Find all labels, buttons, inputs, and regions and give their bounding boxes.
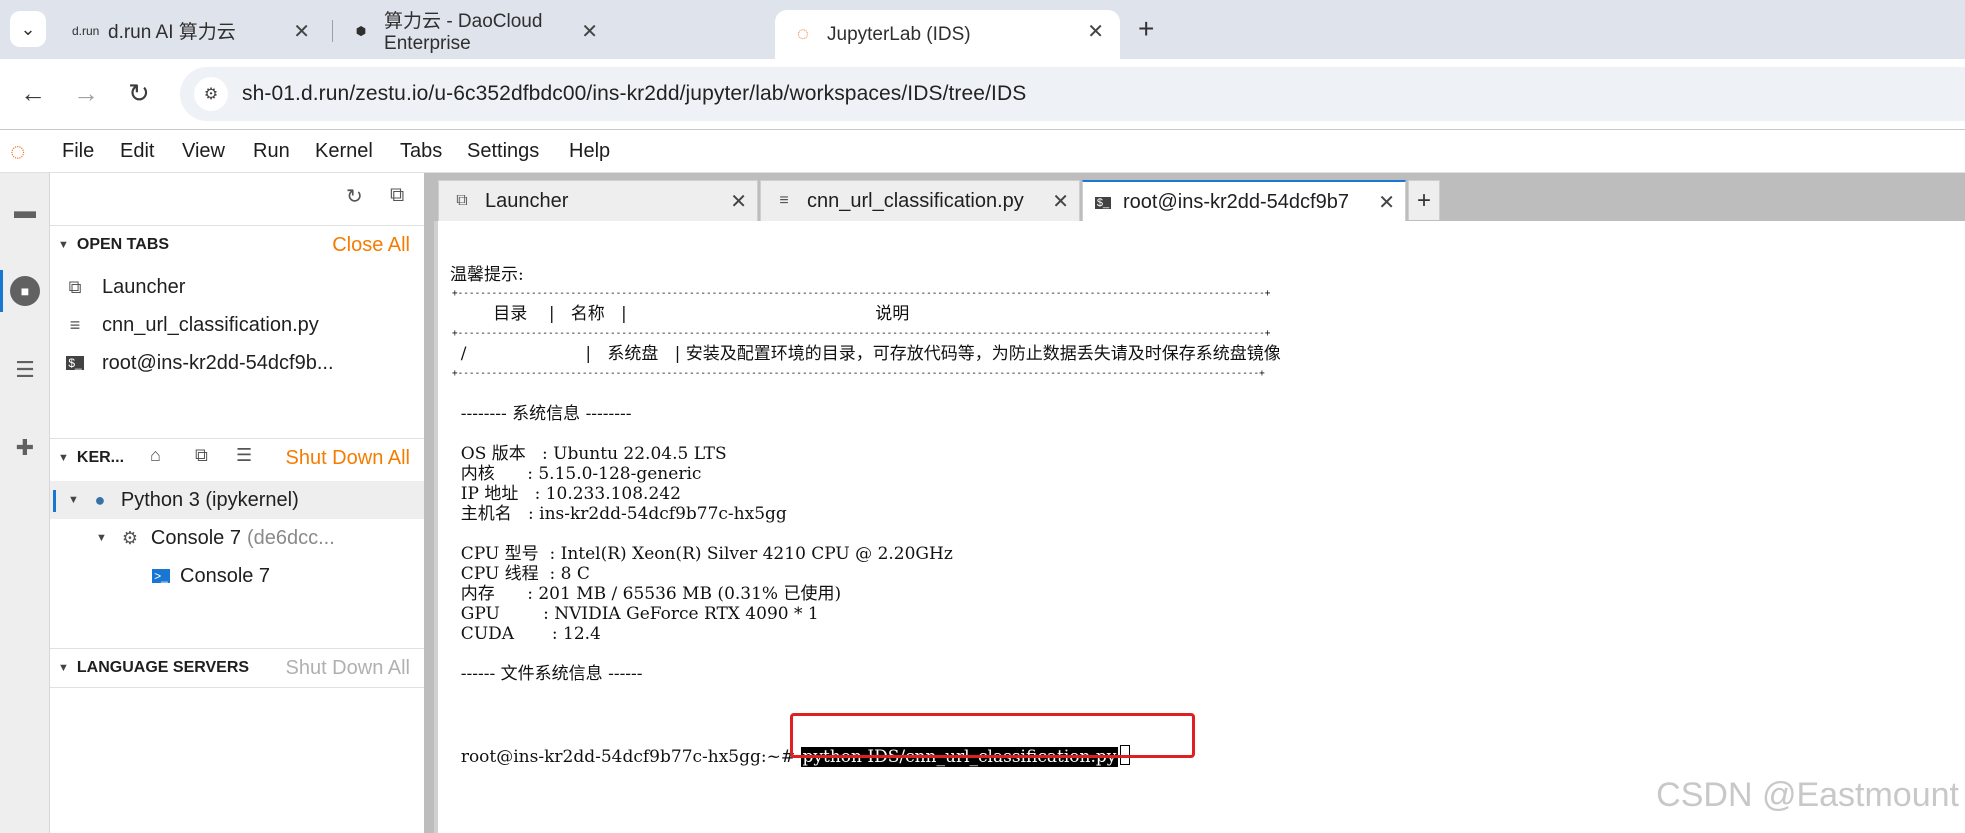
close-tab-icon[interactable]: ✕ — [1374, 190, 1395, 215]
main-tab-terminal[interactable]: $_ root@ins-kr2dd-54dcf9b7 ✕ — [1082, 180, 1406, 223]
activity-bar — [0, 173, 50, 833]
terminal-tip: 温馨提示: — [450, 265, 524, 285]
active-panel-indicator — [0, 270, 3, 312]
caret-down-icon: ▼ — [58, 452, 69, 464]
table-of-contents-icon[interactable]: ☰ — [10, 355, 40, 385]
terminal-table-border: +---------------------------------------… — [452, 288, 1271, 299]
caret-down-icon: ▼ — [58, 239, 69, 251]
browser-tab-jupyterlab[interactable]: ◌ JupyterLab (IDS) ✕ — [775, 10, 1120, 59]
menu-tabs[interactable]: Tabs — [400, 140, 442, 163]
reload-button[interactable]: ↻ — [128, 78, 150, 109]
tab-search-dropdown-icon[interactable]: ⌄ — [10, 11, 46, 47]
tab-separator — [332, 20, 333, 42]
close-tab-icon[interactable]: ✕ — [730, 189, 747, 214]
terminal-os: OS 版本 : Ubuntu 22.04.5 LTS — [450, 444, 727, 464]
language-servers-section-header[interactable]: ▼ LANGUAGE SERVERS Shut Down All — [50, 648, 424, 687]
file-icon: ≡ — [69, 314, 81, 335]
browser-tab-daocloud[interactable]: ⬢ 算力云 - DaoCloud Enterprise ✕ — [334, 10, 614, 54]
terminal-memory: 内存 : 201 MB / 65536 MB (0.31% 已使用) — [450, 584, 842, 604]
kernel-row-python3[interactable]: ▼ ● Python 3 (ipykernel) — [50, 481, 424, 519]
command-highlight-box — [790, 713, 1195, 758]
browser-tab-title: JupyterLab (IDS) — [827, 23, 971, 45]
jupyter-favicon-icon: ◌ — [797, 23, 809, 45]
close-tab-icon[interactable]: ✕ — [1052, 189, 1069, 214]
menu-help[interactable]: Help — [569, 140, 610, 163]
terminal-ip: IP 地址 : 10.233.108.242 — [450, 484, 681, 504]
terminal-fsinfo-title: ------ 文件系统信息 ------ — [450, 664, 643, 684]
url-omnibox[interactable]: ⚙ sh-01.d.run/zestu.io/u-6c352dfbdc00/in… — [180, 67, 1965, 121]
open-tabs-section-header[interactable]: ▼ OPEN TABS Close All — [50, 225, 424, 264]
close-tab-icon[interactable]: ✕ — [293, 19, 310, 44]
file-icon: ≡ — [779, 192, 789, 209]
console-child-row[interactable]: >_ Console 7 — [50, 557, 424, 595]
terminal-icon: $_ — [66, 356, 84, 370]
terminal-prompt: root@ins-kr2dd-54dcf9b77c-hx5gg:~# — [460, 747, 801, 767]
terminal-cpu-threads: CPU 线程 : 8 C — [450, 564, 590, 584]
site-info-icon[interactable]: ⚙ — [194, 77, 228, 111]
browser-tab-drun[interactable]: d.run d.run AI 算力云 ✕ — [56, 10, 326, 51]
terminal-table-header: 目录 | 名称 | 说明 — [450, 304, 910, 324]
menu-settings[interactable]: Settings — [467, 140, 539, 163]
selected-row-indicator — [53, 490, 56, 512]
terminal-cuda: CUDA : 12.4 — [450, 624, 601, 644]
menu-kernel[interactable]: Kernel — [315, 140, 373, 163]
sidebar-resize-handle[interactable] — [424, 173, 434, 833]
terminal-table-row: / | 系统盘 | 安装及配置环境的目录，可存放代码等，为防止数据丢失请及时保存… — [450, 344, 1281, 364]
list-view-icon[interactable]: ☰ — [236, 445, 252, 466]
daocloud-favicon-icon: ⬢ — [355, 23, 367, 38]
terminal-table-border: +---------------------------------------… — [452, 328, 1271, 339]
back-button[interactable]: ← — [20, 78, 46, 109]
close-all-button[interactable]: Close All — [332, 234, 410, 257]
launcher-icon: ⧉ — [68, 276, 82, 297]
caret-down-icon: ▼ — [58, 662, 69, 674]
jupyter-logo-icon: ◌ — [10, 136, 26, 166]
open-external-icon[interactable]: ⧉ — [390, 184, 404, 207]
console-icon: >_ — [152, 569, 170, 583]
shut-down-all-kernels-button[interactable]: Shut Down All — [285, 447, 410, 470]
terminal-table-border: +---------------------------------------… — [452, 368, 1265, 379]
new-tab-button[interactable]: + — [1138, 13, 1154, 45]
add-tab-button[interactable]: + — [1408, 180, 1440, 220]
caret-down-icon: ▼ — [96, 532, 107, 544]
python-icon: ● — [94, 489, 106, 510]
launcher-icon: ⧉ — [456, 192, 468, 209]
extensions-icon[interactable]: ✚ — [10, 433, 40, 463]
menu-edit[interactable]: Edit — [120, 140, 154, 163]
url-text[interactable]: sh-01.d.run/zestu.io/u-6c352dfbdc00/ins-… — [242, 82, 1026, 106]
forward-button[interactable]: → — [73, 78, 99, 109]
terminal-kernel: 内核 : 5.15.0-128-generic — [450, 464, 702, 484]
browser-tab-title: 算力云 - DaoCloud Enterprise — [384, 11, 543, 54]
open-tab-item-python-file[interactable]: ≡ cnn_url_classification.py — [50, 306, 424, 344]
menu-file[interactable]: File — [62, 140, 94, 163]
main-tab-launcher[interactable]: ⧉ Launcher ✕ — [438, 180, 758, 221]
terminal-gpu: GPU : NVIDIA GeForce RTX 4090 * 1 — [450, 604, 819, 624]
drun-favicon-icon: d.run — [72, 23, 100, 38]
console-session-row[interactable]: ▼ ⚙ Console 7 (de6dcc... — [50, 519, 424, 557]
copy-icon[interactable]: ⧉ — [195, 445, 208, 466]
watermark-text: CSDN @Eastmount — [1656, 776, 1959, 814]
main-tab-python-file[interactable]: ≡ cnn_url_classification.py ✕ — [760, 180, 1080, 221]
browser-tab-title: d.run AI 算力云 — [108, 22, 236, 43]
folder-icon[interactable]: ▬ — [10, 196, 40, 226]
clear-broom-icon[interactable]: ⌂ — [150, 445, 161, 466]
close-tab-icon[interactable]: ✕ — [1087, 19, 1104, 44]
menu-view[interactable]: View — [182, 140, 225, 163]
terminal-cpu-model: CPU 型号 : Intel(R) Xeon(R) Silver 4210 CP… — [450, 544, 953, 564]
section-divider — [50, 687, 424, 688]
open-tab-item-launcher[interactable]: ⧉ Launcher — [50, 268, 424, 306]
menu-run[interactable]: Run — [253, 140, 290, 163]
terminal-hostname: 主机名 : ins-kr2dd-54dcf9b77c-hx5gg — [450, 504, 787, 524]
shut-down-all-servers-button[interactable]: Shut Down All — [285, 657, 410, 680]
caret-down-icon: ▼ — [68, 494, 79, 506]
terminal-icon: $_ — [1095, 196, 1111, 209]
refresh-icon[interactable]: ↻ — [346, 184, 363, 209]
jupyter-menubar — [0, 130, 1965, 173]
close-tab-icon[interactable]: ✕ — [581, 19, 598, 44]
terminal-sysinfo-title: -------- 系统信息 -------- — [450, 404, 632, 424]
running-kernels-icon[interactable]: ■ — [10, 276, 40, 306]
cpu-chip-icon: ⚙ — [121, 527, 138, 548]
open-tab-item-terminal[interactable]: $_ root@ins-kr2dd-54dcf9b... — [50, 344, 424, 382]
